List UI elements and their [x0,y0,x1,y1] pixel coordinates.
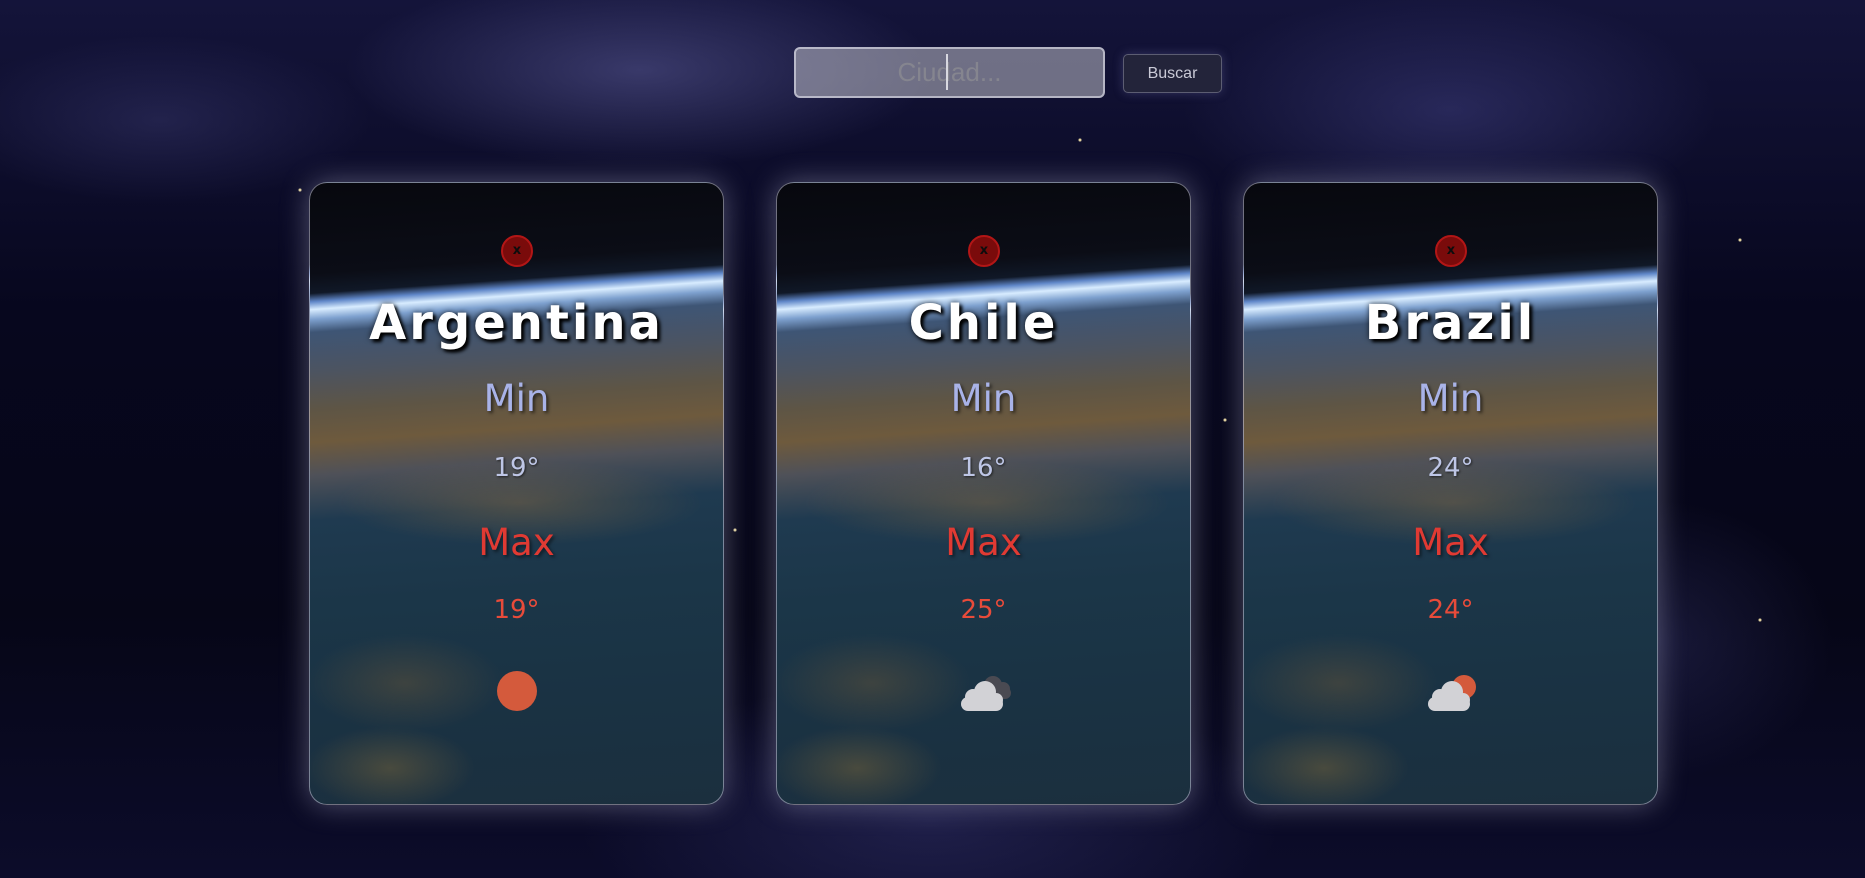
close-card-button[interactable]: x [968,235,1000,267]
city-name: Argentina [369,295,664,351]
weather-card-brazil: x Brazil Min 24° Max 24° [1243,182,1658,805]
min-label: Min [1417,377,1484,420]
max-label: Max [945,521,1022,564]
weather-card-argentina: x Argentina Min 19° Max 19° [309,182,724,805]
city-search-input[interactable] [794,47,1105,98]
max-label: Max [1412,521,1489,564]
min-label: Min [483,377,550,420]
min-label: Min [950,377,1017,420]
close-card-button[interactable]: x [1435,235,1467,267]
weather-card-chile: x Chile Min 16° Max 25° [776,182,1191,805]
search-button[interactable]: Buscar [1123,54,1222,93]
min-temperature: 24° [1427,453,1474,483]
max-temperature: 25° [960,595,1007,625]
max-label: Max [478,521,555,564]
city-name: Chile [908,295,1059,351]
text-caret [946,54,948,90]
city-name: Brazil [1364,295,1537,351]
partly-cloudy-icon [1428,675,1476,711]
sun-icon [497,671,537,711]
min-temperature: 16° [960,453,1007,483]
clouds-icon [961,676,1011,711]
max-temperature: 19° [493,595,540,625]
min-temperature: 19° [493,453,540,483]
max-temperature: 24° [1427,595,1474,625]
close-card-button[interactable]: x [501,235,533,267]
